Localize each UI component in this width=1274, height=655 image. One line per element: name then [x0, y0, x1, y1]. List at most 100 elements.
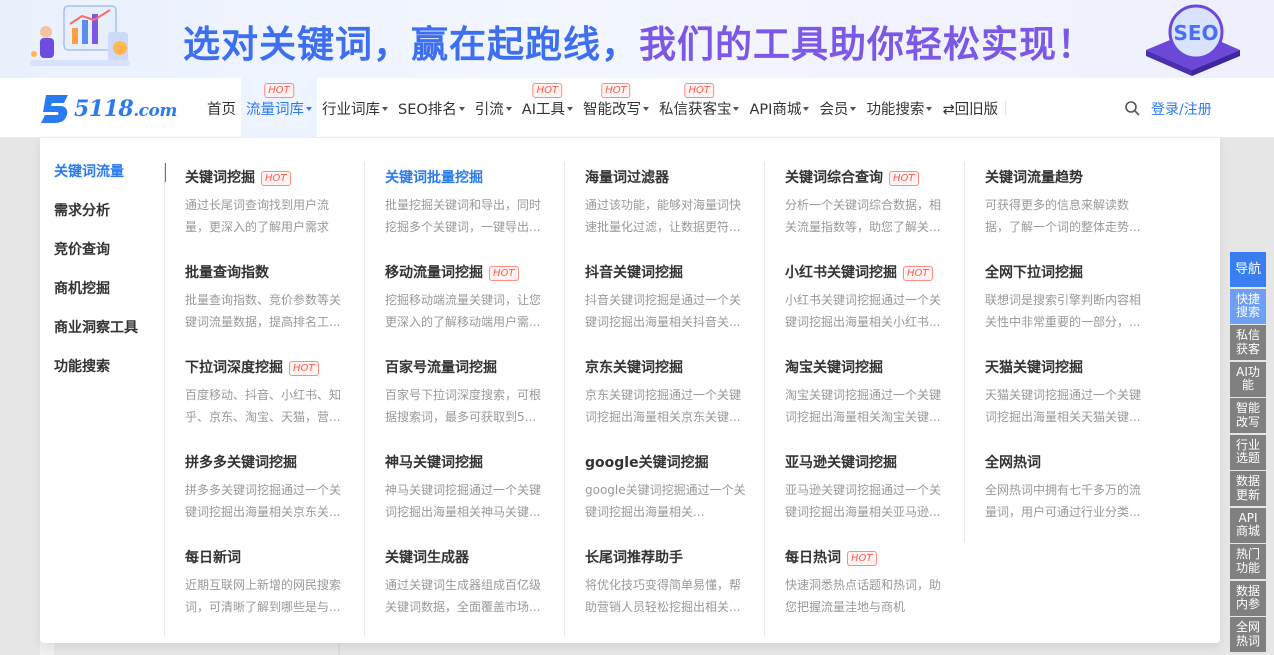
tool-description: 通过该功能，能够对海量词快速批量化过滤，让数据更符...	[585, 198, 742, 234]
tool-card[interactable]: 神马关键词挖掘 神马关键词挖掘通过一个关键词挖掘出海量相关神马关键...	[364, 447, 564, 542]
tool-card[interactable]: 全网热词 全网热词中拥有七千多万的流量词，用户可通过行业分类...	[964, 447, 1164, 542]
tool-card[interactable]: 关键词挖掘 HOT 通过长尾词查询找到用户流量，更深入的了解用户需求	[164, 162, 364, 257]
float-nav-item-3[interactable]: AI功能	[1230, 361, 1266, 397]
tool-title-row[interactable]: 移动流量词挖掘 HOT	[385, 263, 546, 283]
tool-title-row[interactable]: 小红书关键词挖掘 HOT	[785, 263, 946, 283]
tool-title-row[interactable]: 神马关键词挖掘	[385, 453, 546, 473]
tool-title-row[interactable]: 全网下拉词挖掘	[985, 263, 1146, 283]
tool-title-row[interactable]: 京东关键词挖掘	[585, 358, 746, 378]
tool-title-row[interactable]: 拼多多关键词挖掘	[185, 453, 346, 473]
float-nav-item-2[interactable]: 私信获客	[1230, 325, 1266, 360]
category-item-1[interactable]: 需求分析	[40, 199, 166, 238]
tool-title-row[interactable]: 关键词流量趋势	[985, 168, 1146, 188]
tool-title-row[interactable]: 每日新词	[185, 548, 346, 568]
category-item-3[interactable]: 商机挖掘	[40, 277, 166, 316]
tool-title-row[interactable]: 全网热词	[985, 453, 1146, 473]
tool-card[interactable]: 拼多多关键词挖掘拼多多关键词挖掘通过一个关键词挖掘出海量相关京东关...	[164, 447, 364, 542]
nav-item-7[interactable]: 私信获客宝 HOT	[654, 78, 745, 138]
tool-description: 拼多多关键词挖掘通过一个关键词挖掘出海量相关京东关...	[185, 483, 342, 519]
tool-title-row[interactable]: google关键词挖掘	[585, 453, 746, 473]
caret-down-icon	[458, 107, 465, 111]
tool-card[interactable]: 每日热词 HOT 快速洞悉热点话题和热词，助您把握流量洼地与商机	[764, 542, 964, 637]
float-nav-item-10[interactable]: 全网热词	[1230, 617, 1266, 652]
tool-title-row[interactable]: 抖音关键词挖掘	[585, 263, 746, 283]
caret-down-icon	[733, 107, 740, 111]
nav-item-3[interactable]: SEO排名	[393, 78, 470, 138]
tool-card[interactable]: 全网下拉词挖掘联想词是搜索引擎判断内容相关性中非常重要的一部分，...	[964, 257, 1164, 352]
banner-slogan-part1: 选对关键词，赢在起跑线，	[183, 23, 639, 66]
caret-down-icon	[505, 107, 512, 111]
tool-title-row[interactable]: 淘宝关键词挖掘	[785, 358, 946, 378]
tool-card[interactable]: 下拉词深度挖掘 HOT 百度移动、抖音、小红书、知乎、京东、淘宝、天猫，营...	[164, 352, 364, 447]
category-item-4[interactable]: 商业洞察工具	[40, 316, 166, 355]
nav-item-9[interactable]: 会员	[814, 78, 861, 138]
nav-item-6[interactable]: 智能改写 HOT	[578, 78, 654, 138]
tool-card[interactable]: 每日新词 近期互联网上新增的网民搜索词，可清晰了解到哪些是与...	[164, 542, 364, 637]
site-logo[interactable]: 5118.com	[38, 93, 177, 125]
tool-card[interactable]: 小红书关键词挖掘 HOT 小红书关键词挖掘通过一个关键词挖掘出海量相关小红书...	[764, 257, 964, 352]
tool-card[interactable]: 京东关键词挖掘 京东关键词挖掘通过一个关键词挖掘出海量相关京东关键...	[564, 352, 764, 447]
tool-description: 抖音关键词挖掘是通过一个关键词挖掘出海量相关抖音关...	[585, 293, 742, 329]
tool-title-row[interactable]: 百家号流量词挖掘	[385, 358, 546, 378]
tool-card[interactable]: 关键词生成器 通过关键词生成器组成百亿级关键词数据，全面覆盖市场...	[364, 542, 564, 637]
nav-item-10[interactable]: 功能搜索	[861, 78, 937, 138]
tool-card[interactable]: 天猫关键词挖掘天猫关键词挖掘通过一个关键词挖掘出海量相关天猫关键...	[964, 352, 1164, 447]
logo-mark-icon	[41, 95, 68, 123]
category-item-5[interactable]: 功能搜索	[40, 355, 166, 394]
nav-item-5[interactable]: AI工具 HOT	[517, 78, 578, 138]
float-nav-item-6[interactable]: 数据更新	[1230, 471, 1266, 506]
tool-title-row[interactable]: 批量查询指数	[185, 263, 346, 283]
promo-banner[interactable]: 选对关键词，赢在起跑线，我们的工具助你轻松实现！ SEO	[0, 0, 1274, 78]
nav-item-0[interactable]: 首页	[202, 78, 241, 138]
tool-description: 联想词是搜索引擎判断内容相关性中非常重要的一部分，...	[985, 293, 1142, 329]
tool-description: 天猫关键词挖掘通过一个关键词挖掘出海量相关天猫关键...	[985, 388, 1142, 424]
float-nav-item-4[interactable]: 智能改写	[1230, 398, 1266, 433]
tool-title-row[interactable]: 天猫关键词挖掘	[985, 358, 1146, 378]
hot-badge: HOT	[889, 170, 919, 186]
tool-title-row[interactable]: 海量词过滤器	[585, 168, 746, 188]
tool-card[interactable]: 批量查询指数 批量查询指数、竞价参数等关键词流量数据，提高排名工...	[164, 257, 364, 352]
tool-description: 亚马逊关键词挖掘通过一个关键词挖掘出海量相关亚马逊...	[785, 483, 942, 519]
nav-item-label: 行业词库	[322, 101, 380, 118]
nav-item-1[interactable]: 流量词库 HOT	[241, 78, 317, 138]
nav-item-8[interactable]: API商城	[744, 78, 814, 138]
float-nav-item-5[interactable]: 行业选题	[1230, 434, 1266, 470]
tool-card[interactable]: 长尾词推荐助手 将优化技巧变得简单易懂，帮助营销人员轻松挖掘出相关...	[564, 542, 764, 637]
float-nav-item-0[interactable]: 导航	[1230, 252, 1266, 287]
tool-card[interactable]: google关键词挖掘 google关键词挖掘通过一个关键词挖掘出海量相关...	[564, 447, 764, 542]
nav-item-label: 引流	[474, 101, 504, 118]
category-item-2[interactable]: 竞价查询	[40, 238, 166, 277]
tool-title-row[interactable]: 下拉词深度挖掘 HOT	[185, 358, 346, 378]
tool-title: 关键词流量趋势	[985, 170, 1083, 186]
nav-item-4[interactable]: 引流	[470, 78, 517, 138]
tool-card[interactable]: 海量词过滤器通过该功能，能够对海量词快速批量化过滤，让数据更符...	[564, 162, 764, 257]
category-item-0[interactable]: 关键词流量	[40, 160, 166, 199]
tool-card[interactable]: 淘宝关键词挖掘 淘宝关键词挖掘通过一个关键词挖掘出海量相关淘宝关键...	[764, 352, 964, 447]
float-nav-item-8[interactable]: 热门功能	[1230, 544, 1266, 579]
login-register-link[interactable]: 登录/注册	[1151, 99, 1212, 119]
tool-card[interactable]: 移动流量词挖掘 HOT 挖掘移动端流量关键词，让您更深入的了解移动端用户需...	[364, 257, 564, 352]
tool-card[interactable]: 抖音关键词挖掘抖音关键词挖掘是通过一个关键词挖掘出海量相关抖音关...	[564, 257, 764, 352]
tool-card[interactable]: 关键词综合查询 HOT 分析一个关键词综合数据，相关流量指数等，助您了解关...	[764, 162, 964, 257]
tool-title: 亚马逊关键词挖掘	[785, 455, 897, 471]
tool-title-row[interactable]: 长尾词推荐助手	[585, 548, 746, 568]
tool-title-row[interactable]: 亚马逊关键词挖掘	[785, 453, 946, 473]
nav-item-11[interactable]: ⇄回旧版	[937, 78, 1003, 138]
tool-title-row[interactable]: 关键词批量挖掘	[385, 168, 546, 188]
tool-card[interactable]: 关键词流量趋势 可获得更多的信息来解读数据，了解一个词的整体走势...	[964, 162, 1164, 257]
tool-card[interactable]: 百家号流量词挖掘 百家号下拉词深度搜索，可根据搜索词，最多可获取到5...	[364, 352, 564, 447]
float-nav-item-7[interactable]: API商城	[1230, 507, 1266, 543]
tool-title: 每日热词	[785, 550, 841, 566]
float-nav-item-9[interactable]: 数据内参	[1230, 580, 1266, 616]
tool-card[interactable]: 亚马逊关键词挖掘亚马逊关键词挖掘通过一个关键词挖掘出海量相关亚马逊...	[764, 447, 964, 542]
search-icon[interactable]	[1124, 100, 1140, 116]
nav-item-label: 智能改写	[582, 101, 641, 118]
tool-title-row[interactable]: 每日热词 HOT	[785, 548, 946, 568]
tool-title-row[interactable]: 关键词生成器	[385, 548, 546, 568]
float-nav-item-1[interactable]: 快捷搜索	[1230, 288, 1266, 324]
hot-badge: HOT	[264, 83, 294, 98]
tool-title-row[interactable]: 关键词综合查询 HOT	[785, 168, 946, 188]
tool-card[interactable]: 关键词批量挖掘 批量挖掘关键词和导出，同时挖掘多个关键词，一键导出...	[364, 162, 564, 257]
nav-item-2[interactable]: 行业词库	[317, 78, 393, 138]
tool-title-row[interactable]: 关键词挖掘 HOT	[185, 168, 346, 188]
